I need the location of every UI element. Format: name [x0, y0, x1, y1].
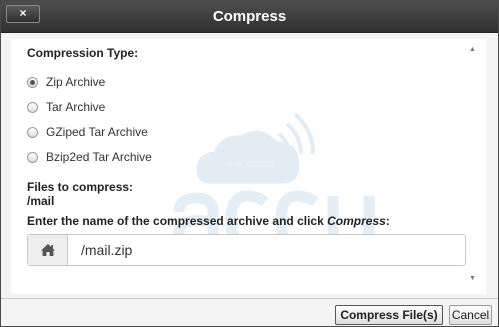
radio-option-gzip[interactable]: GZiped Tar Archive: [27, 124, 148, 140]
dialog-titlebar: Compress ×: [1, 1, 498, 33]
compress-files-button[interactable]: Compress File(s): [335, 305, 443, 325]
scrollbar[interactable]: ▲ ▼: [468, 46, 477, 283]
archive-name-input[interactable]: [68, 235, 464, 265]
radio-option-tar[interactable]: Tar Archive: [27, 99, 105, 115]
home-icon: [40, 244, 55, 256]
radio-option-zip[interactable]: Zip Archive: [27, 74, 105, 90]
compression-type-label: Compression Type:: [27, 46, 139, 60]
instruction-suffix: :: [385, 214, 390, 228]
close-icon: ×: [19, 6, 27, 20]
scroll-down-arrow-icon[interactable]: ▼: [468, 275, 477, 283]
input-addon: [28, 235, 68, 265]
radio-button-gzip[interactable]: [27, 126, 38, 138]
radio-label-zip: Zip Archive: [46, 75, 106, 89]
files-to-compress-value: /mail: [27, 194, 55, 208]
radio-label-tar: Tar Archive: [46, 100, 106, 114]
footer-divider: [1, 298, 498, 299]
archive-name-instruction: Enter the name of the compressed archive…: [27, 214, 390, 228]
radio-button-zip[interactable]: [27, 76, 38, 88]
radio-button-tar[interactable]: [27, 101, 38, 113]
cancel-button[interactable]: Cancel: [449, 305, 492, 325]
scroll-up-arrow-icon[interactable]: ▲: [468, 46, 477, 54]
instruction-prefix: Enter the name of the compressed archive…: [27, 214, 328, 228]
close-button[interactable]: ×: [6, 5, 40, 23]
dialog-title: Compress: [212, 8, 287, 25]
radio-button-bzip2[interactable]: [27, 151, 38, 163]
archive-name-input-group: [27, 234, 466, 266]
radio-option-bzip2[interactable]: Bzip2ed Tar Archive: [27, 149, 152, 165]
dialog-body: Compression Type: Zip Archive Tar Archiv…: [11, 39, 486, 294]
radio-label-bzip2: Bzip2ed Tar Archive: [46, 150, 152, 164]
compress-dialog: Compress × Compression Type: Zip Archive…: [0, 0, 499, 327]
radio-label-gzip: GZiped Tar Archive: [46, 125, 148, 139]
instruction-emphasis: Compress: [327, 214, 386, 228]
files-to-compress-label: Files to compress:: [27, 180, 134, 194]
